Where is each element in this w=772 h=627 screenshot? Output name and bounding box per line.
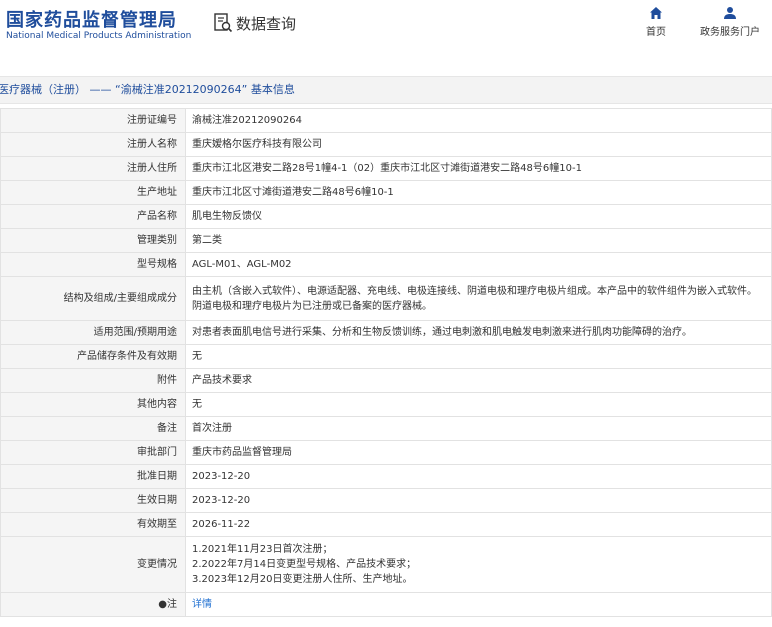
data-query-label: 数据查询 xyxy=(236,14,297,33)
breadcrumb: 医疗器械（注册） —— “渝械注准20212090264” 基本信息 xyxy=(0,76,772,104)
row-label: 生效日期 xyxy=(0,488,186,513)
details-link[interactable]: 详情 xyxy=(192,599,212,610)
row-label: 注册人住所 xyxy=(0,156,186,181)
data-query-icon xyxy=(214,13,233,33)
breadcrumb-text: 医疗器械（注册） —— “渝械注准20212090264” 基本信息 xyxy=(0,83,295,96)
table-row: 生产地址 重庆市江北区寸滩街道港安二路48号6幢10-1 xyxy=(0,180,772,205)
table-row: 管理类别 第二类 xyxy=(0,228,772,253)
row-label: 型号规格 xyxy=(0,252,186,277)
table-row: 附件 产品技术要求 xyxy=(0,368,772,393)
table-row: 注册人住所 重庆市江北区港安二路28号1幢4-1（02）重庆市江北区寸滩街道港安二… xyxy=(0,156,772,181)
row-value: 2026-11-22 xyxy=(185,512,772,537)
row-value: 无 xyxy=(185,392,772,417)
table-row: 结构及组成/主要组成成分 由主机（含嵌入式软件）、电源适配器、充电线、电极连接线、… xyxy=(0,276,772,321)
table-row: 生效日期 2023-12-20 xyxy=(0,488,772,513)
row-label: 审批部门 xyxy=(0,440,186,465)
row-label: 备注 xyxy=(0,416,186,441)
table-row: 有效期至 2026-11-22 xyxy=(0,512,772,537)
user-icon xyxy=(724,7,736,19)
row-value: 第二类 xyxy=(185,228,772,253)
row-value: 由主机（含嵌入式软件）、电源适配器、充电线、电极连接线、阴道电极和理疗电极片组成… xyxy=(185,276,772,321)
table-row: 变更情况 1.2021年11月23日首次注册； 2.2022年7月14日变更型号… xyxy=(0,536,772,593)
row-value: 重庆嫒格尔医疗科技有限公司 xyxy=(185,132,772,157)
row-label: 生产地址 xyxy=(0,180,186,205)
table-row: 注册人名称 重庆嫒格尔医疗科技有限公司 xyxy=(0,132,772,157)
row-label: 批准日期 xyxy=(0,464,186,489)
table-row: 备注 首次注册 xyxy=(0,416,772,441)
row-value: 肌电生物反馈仪 xyxy=(185,204,772,229)
table-row: 审批部门 重庆市药品监督管理局 xyxy=(0,440,772,465)
row-value: 详情 xyxy=(185,592,772,617)
row-value: 对患者表面肌电信号进行采集、分析和生物反馈训练，通过电刺激和肌电触发电刺激来进行… xyxy=(185,320,772,345)
row-label: 其他内容 xyxy=(0,392,186,417)
row-value: 无 xyxy=(185,344,772,369)
table-row: 产品名称 肌电生物反馈仪 xyxy=(0,204,772,229)
row-label: 结构及组成/主要组成成分 xyxy=(0,276,186,321)
site-header: 国家药品监督管理局 National Medical Products Admi… xyxy=(0,0,772,58)
nav-gov-portal-label: 政务服务门户 xyxy=(700,27,760,38)
info-table: 注册证编号 渝械注准20212090264 注册人名称 重庆嫒格尔医疗科技有限公司 … xyxy=(0,108,772,617)
bullet-icon: ● xyxy=(158,599,167,610)
row-value: 2023-12-20 xyxy=(185,488,772,513)
change-line: 3.2023年12月20日变更注册人住所、生产地址。 xyxy=(192,574,413,585)
row-label: 适用范围/预期用途 xyxy=(0,320,186,345)
nav-home[interactable]: 首页 xyxy=(646,6,666,38)
row-label: 注册人名称 xyxy=(0,132,186,157)
table-row: 产品储存条件及有效期无 xyxy=(0,344,772,369)
row-label: 变更情况 xyxy=(0,536,186,593)
row-value: 首次注册 xyxy=(185,416,772,441)
change-line: 1.2021年11月23日首次注册； xyxy=(192,544,333,555)
change-line: 2.2022年7月14日变更型号规格、产品技术要求； xyxy=(192,559,417,570)
nav-home-label: 首页 xyxy=(646,27,666,38)
row-value: 渝械注准20212090264 xyxy=(185,108,772,133)
row-value: AGL-M01、AGL-M02 xyxy=(185,252,772,277)
row-label: 注册证编号 xyxy=(0,108,186,133)
site-logo-title[interactable]: 国家药品监督管理局 xyxy=(6,6,177,32)
table-row: 型号规格 AGL-M01、AGL-M02 xyxy=(0,252,772,277)
table-row: ●注 详情 xyxy=(0,592,772,617)
row-value: 重庆市药品监督管理局 xyxy=(185,440,772,465)
row-label: 有效期至 xyxy=(0,512,186,537)
nav-gov-portal[interactable]: 政务服务门户 xyxy=(700,6,760,38)
row-value: 产品技术要求 xyxy=(185,368,772,393)
data-query-title: 数据查询 xyxy=(212,12,296,34)
row-label: ●注 xyxy=(0,592,186,617)
row-label: 产品储存条件及有效期 xyxy=(0,344,186,369)
row-label: 管理类别 xyxy=(0,228,186,253)
table-row: 其他内容无 xyxy=(0,392,772,417)
table-row: 批准日期 2023-12-20 xyxy=(0,464,772,489)
row-label: 产品名称 xyxy=(0,204,186,229)
table-row: 注册证编号 渝械注准20212090264 xyxy=(0,108,772,133)
row-label: 附件 xyxy=(0,368,186,393)
row-value: 重庆市江北区港安二路28号1幢4-1（02）重庆市江北区寸滩街道港安二路48号6… xyxy=(185,156,772,181)
row-value: 2023-12-20 xyxy=(185,464,772,489)
row-value: 重庆市江北区寸滩街道港安二路48号6幢10-1 xyxy=(185,180,772,205)
row-value: 1.2021年11月23日首次注册； 2.2022年7月14日变更型号规格、产品… xyxy=(185,536,772,593)
site-logo-subtitle: National Medical Products Administration xyxy=(6,31,192,41)
table-row: 适用范围/预期用途 对患者表面肌电信号进行采集、分析和生物反馈训练，通过电刺激和肌… xyxy=(0,320,772,345)
note-label: 注 xyxy=(167,599,177,610)
home-icon xyxy=(650,7,662,19)
